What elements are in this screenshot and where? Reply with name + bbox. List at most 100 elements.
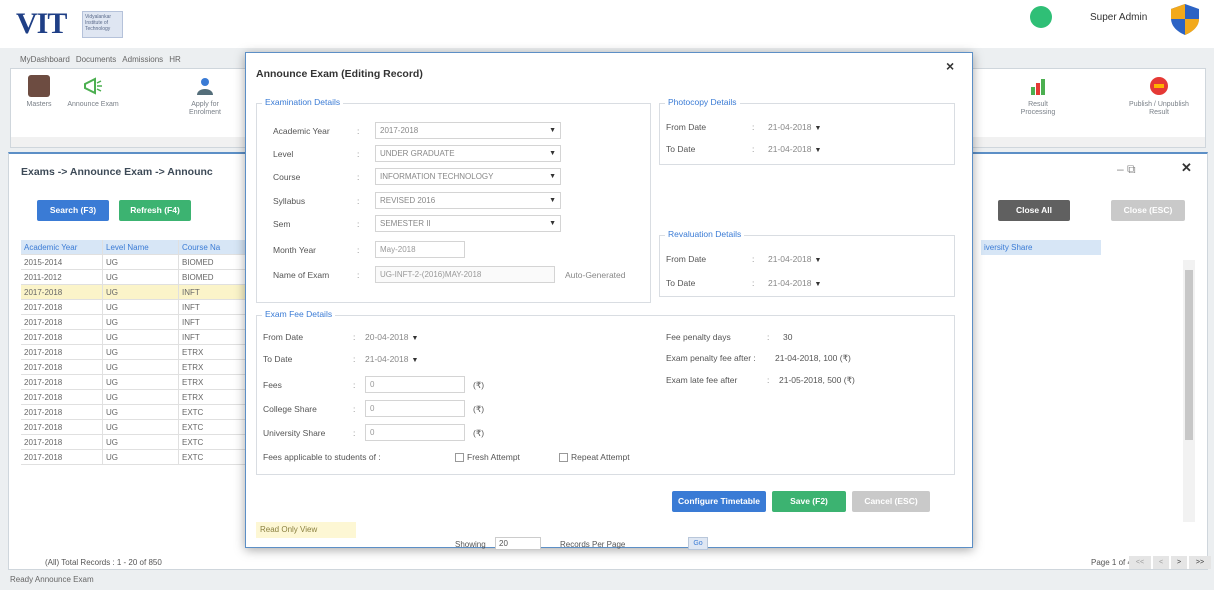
academic-year-select[interactable]: 2017-2018 ▼: [375, 122, 561, 139]
fees-applicable-label: Fees applicable to students of :: [263, 452, 381, 462]
month-year-input[interactable]: May-2018: [375, 241, 465, 258]
exam-grid: Academic Year Level Name Course Na 2015-201…: [21, 240, 257, 465]
ribbon-apply-enrolment[interactable]: Apply for Enrolment: [175, 75, 235, 117]
ribbon-announce-exam[interactable]: Announce Exam: [67, 75, 119, 109]
fee-to-date[interactable]: 21-04-2018 ▼: [365, 354, 418, 364]
grid-scroll-thumb[interactable]: [1185, 270, 1193, 440]
revaluation-from-label: From Date: [666, 254, 707, 264]
table-cell: 2017-2018: [21, 285, 103, 299]
go-button[interactable]: Go: [688, 537, 708, 550]
table-cell: 2011-2012: [21, 270, 103, 284]
restore-icon[interactable]: – ⧉: [1117, 162, 1136, 177]
grid-header-cell[interactable]: Academic Year: [21, 240, 103, 254]
ribbon-publish-result[interactable]: Publish / Unpublish Result: [1119, 75, 1199, 117]
revaluation-to-date[interactable]: 21-04-2018 ▼: [768, 278, 821, 288]
table-row[interactable]: 2017-2018 UG INFT: [21, 330, 257, 345]
table-cell: UG: [103, 285, 179, 299]
table-row[interactable]: 2017-2018 UG INFT: [21, 285, 257, 300]
publish-icon: [1148, 75, 1170, 97]
table-row[interactable]: 2017-2018 UG INFT: [21, 300, 257, 315]
table-row[interactable]: 2017-2018 UG ETRX: [21, 375, 257, 390]
person-icon: [194, 75, 216, 97]
records-per-page-label: Records Per Page: [560, 540, 626, 549]
exam-grid-right: iversity Share: [981, 240, 1101, 516]
revaluation-from-date[interactable]: 21-04-2018 ▼: [768, 254, 821, 264]
photocopy-details-section: Photocopy Details From Date : 21-04-2018…: [659, 97, 955, 165]
level-select[interactable]: UNDER GRADUATE ▼: [375, 145, 561, 162]
table-row[interactable]: 2017-2018 UG EXTC: [21, 450, 257, 465]
photocopy-from-date[interactable]: 21-04-2018 ▼: [768, 122, 821, 132]
table-cell: 2017-2018: [21, 360, 103, 374]
table-cell: UG: [103, 450, 179, 464]
college-share-input[interactable]: 0: [365, 400, 465, 417]
last-page-button[interactable]: >>: [1189, 556, 1211, 569]
table-row[interactable]: 2017-2018 UG ETRX: [21, 345, 257, 360]
table-row[interactable]: 2017-2018 UG INFT: [21, 315, 257, 330]
penalty-days-value: 30: [783, 332, 793, 342]
fee-to-label: To Date: [263, 354, 293, 364]
photocopy-to-date[interactable]: 21-04-2018 ▼: [768, 144, 821, 154]
user-status-icon[interactable]: [1030, 6, 1052, 28]
fresh-attempt-checkbox[interactable]: Fresh Attempt: [455, 452, 520, 463]
fees-input[interactable]: 0: [365, 376, 465, 393]
cancel-button[interactable]: Cancel (ESC): [852, 491, 930, 512]
prev-page-button[interactable]: <: [1153, 556, 1169, 569]
table-cell: 2017-2018: [21, 300, 103, 314]
table-cell: 2017-2018: [21, 420, 103, 434]
close-all-button[interactable]: Close All: [998, 200, 1070, 221]
grid-header-cell[interactable]: Level Name: [103, 240, 179, 254]
revaluation-details-legend: Revaluation Details: [665, 229, 745, 239]
table-cell: 2017-2018: [21, 345, 103, 359]
user-name[interactable]: Super Admin: [1090, 12, 1147, 23]
table-cell: UG: [103, 255, 179, 269]
menu-item-hr[interactable]: HR: [169, 55, 181, 64]
table-row[interactable]: 2015-2014 UG BIOMED: [21, 255, 257, 270]
next-page-button[interactable]: >: [1171, 556, 1187, 569]
page-size-select[interactable]: 20: [495, 537, 541, 550]
save-button[interactable]: Save (F2): [772, 491, 846, 512]
configure-timetable-button[interactable]: Configure Timetable: [672, 491, 766, 512]
table-cell: 2017-2018: [21, 375, 103, 389]
menu-item-dashboard[interactable]: MyDashboard: [20, 55, 70, 64]
examination-details-legend: Examination Details: [262, 97, 344, 107]
ribbon-masters[interactable]: Masters: [13, 75, 65, 109]
fee-from-date[interactable]: 20-04-2018 ▼: [365, 332, 418, 342]
grid-header-university-share: iversity Share: [981, 240, 1101, 255]
close-esc-button[interactable]: Close (ESC): [1111, 200, 1185, 221]
table-row[interactable]: 2017-2018 UG ETRX: [21, 390, 257, 405]
main-menu: MyDashboard Documents Admissions HR: [20, 53, 187, 65]
table-cell: UG: [103, 420, 179, 434]
sem-select[interactable]: SEMESTER II ▼: [375, 215, 561, 232]
penalty-days-label: Fee penalty days: [666, 332, 731, 342]
grid-scrollbar[interactable]: [1183, 260, 1195, 522]
table-row[interactable]: 2017-2018 UG EXTC: [21, 420, 257, 435]
shield-icon: [1171, 4, 1199, 35]
menu-item-documents[interactable]: Documents: [76, 55, 116, 64]
exam-name-label: Name of Exam: [273, 270, 330, 280]
first-page-button[interactable]: <<: [1129, 556, 1151, 569]
university-share-input[interactable]: 0: [365, 424, 465, 441]
university-share-label: University Share: [263, 428, 326, 438]
grid-header: Academic Year Level Name Course Na: [21, 240, 257, 255]
college-share-label: College Share: [263, 404, 317, 414]
table-row[interactable]: 2017-2018 UG EXTC: [21, 405, 257, 420]
table-row[interactable]: 2017-2018 UG ETRX: [21, 360, 257, 375]
menu-item-admissions[interactable]: Admissions: [122, 55, 163, 64]
table-cell: 2017-2018: [21, 450, 103, 464]
search-button[interactable]: Search (F3): [37, 200, 109, 221]
table-cell: 2015-2014: [21, 255, 103, 269]
table-row[interactable]: 2017-2018 UG EXTC: [21, 435, 257, 450]
table-row[interactable]: 2011-2012 UG BIOMED: [21, 270, 257, 285]
panel-close-icon[interactable]: ✕: [1181, 160, 1192, 176]
chevron-down-icon: ▼: [549, 127, 556, 134]
course-select[interactable]: INFORMATION TECHNOLOGY ▼: [375, 168, 561, 185]
exam-name-input[interactable]: UG-INFT-2-(2016)MAY-2018: [375, 266, 555, 283]
dialog-close-icon[interactable]: ×: [946, 58, 954, 74]
penalty-fee-label: Exam penalty fee after :: [666, 353, 756, 363]
syllabus-select[interactable]: REVISED 2016 ▼: [375, 192, 561, 209]
repeat-attempt-checkbox[interactable]: Repeat Attempt: [559, 452, 630, 463]
refresh-button[interactable]: Refresh (F4): [119, 200, 191, 221]
exam-fee-section: Exam Fee Details From Date : 20-04-2018 ▼…: [256, 309, 955, 475]
ribbon-result-processing[interactable]: Result Processing: [1011, 75, 1065, 117]
penalty-fee-value: 21-04-2018, 100 (₹): [775, 353, 851, 363]
